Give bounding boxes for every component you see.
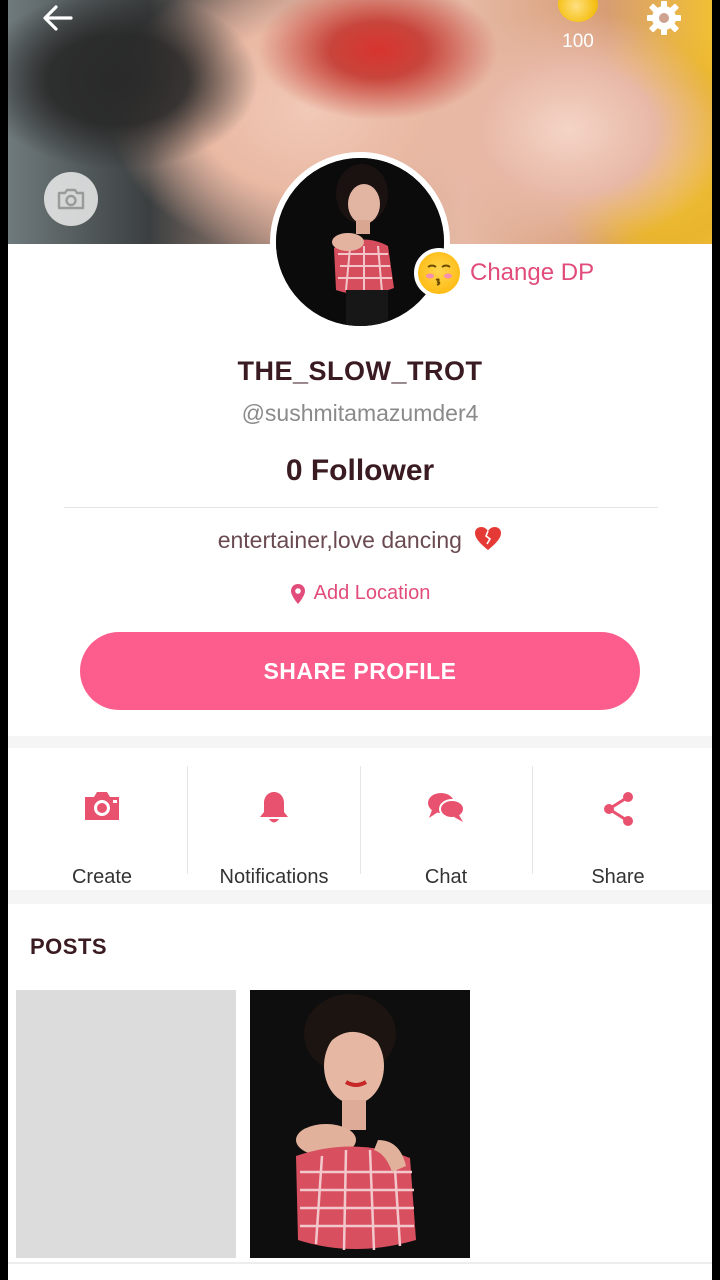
settings-button[interactable] <box>640 0 688 40</box>
chat-label: Chat <box>424 866 468 888</box>
share-profile-button[interactable]: SHARE PROFILE <box>80 632 640 710</box>
action-bar: Create Notifications Chat Share <box>8 748 712 890</box>
chat-bubbles-icon <box>428 793 465 822</box>
camera-icon <box>57 188 85 210</box>
bio-text: entertainer,love dancing <box>217 527 462 553</box>
create-label: Create <box>71 866 133 888</box>
bell-icon <box>260 792 288 823</box>
post-thumbnail[interactable] <box>250 990 470 1258</box>
coins-count: 100 <box>562 31 594 52</box>
post-thumbnail[interactable] <box>16 990 236 1258</box>
coin-icon <box>558 0 598 22</box>
profile-handle: @sushmitamazumder4 <box>241 400 479 426</box>
share-icon <box>604 792 633 826</box>
camera-icon <box>85 792 119 820</box>
profile-bio: entertainer,love dancing <box>8 526 712 554</box>
add-location-label: Add Location <box>313 582 431 604</box>
profile-picture[interactable] <box>270 152 450 332</box>
add-location-button[interactable]: Add Location <box>8 582 712 605</box>
section-divider <box>8 890 712 904</box>
location-pin-icon <box>290 583 305 604</box>
profile-name: THE_SLOW_TROT <box>237 356 483 386</box>
divider <box>64 507 658 508</box>
change-dp-button[interactable]: Change DP <box>414 244 594 302</box>
section-divider <box>8 736 712 748</box>
chat-button[interactable]: Chat <box>360 766 532 888</box>
create-button[interactable]: Create <box>16 766 188 888</box>
notifications-button[interactable]: Notifications <box>188 766 360 888</box>
change-cover-button[interactable] <box>44 172 98 226</box>
gear-icon <box>647 1 681 35</box>
heart-emoji <box>475 527 502 550</box>
change-dp-label: Change DP <box>470 259 595 286</box>
kissing-face-emoji <box>414 248 464 298</box>
posts-heading: POSTS <box>30 934 108 959</box>
coins-balance[interactable]: 100 <box>548 0 608 56</box>
post-image <box>250 990 470 1258</box>
arrow-left-icon <box>43 5 73 31</box>
back-button[interactable] <box>36 0 80 36</box>
profile-screen: 100 Change DP THE_SLOW_TROT @sushmitamaz… <box>8 0 712 1280</box>
divider <box>8 1262 712 1264</box>
share-button[interactable]: Share <box>532 766 704 888</box>
followers-count[interactable]: 0 Follower <box>8 454 712 488</box>
notifications-label: Notifications <box>219 866 329 888</box>
share-label: Share <box>591 866 645 888</box>
